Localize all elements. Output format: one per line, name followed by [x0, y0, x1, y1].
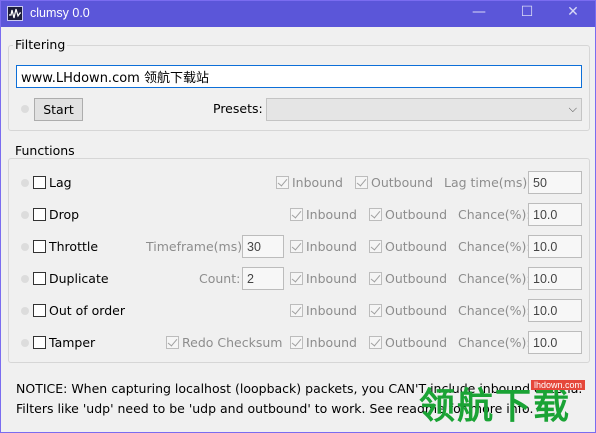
- drop-outbound-label: Outbound: [385, 207, 448, 222]
- throttle-outbound-label: Outbound: [385, 239, 448, 254]
- tamper-label: Tamper: [49, 335, 96, 350]
- out-of-order-outbound-label: Outbound: [385, 303, 448, 318]
- drop-outbound-checkbox[interactable]: [369, 208, 382, 221]
- window-title: clumsy 0.0: [30, 6, 90, 20]
- throttle-checkbox[interactable]: [33, 240, 46, 253]
- duplicate-count-label: Count:: [199, 271, 241, 286]
- chevron-down-icon: ⌵: [568, 102, 577, 115]
- presets-select[interactable]: ⌵: [266, 98, 582, 121]
- presets-label: Presets:: [213, 101, 263, 116]
- tamper-inbound-checkbox[interactable]: [290, 336, 303, 349]
- throttle-timeframe-input[interactable]: [242, 235, 284, 258]
- out-of-order-status-dot-icon: [21, 307, 29, 315]
- maximize-button[interactable]: ☐: [507, 1, 547, 27]
- out-of-order-chance-input[interactable]: [528, 299, 582, 322]
- close-icon: ✕: [567, 4, 579, 20]
- redo-checksum-checkbox[interactable]: [166, 336, 179, 349]
- throttle-timeframe-label: Timeframe(ms):: [146, 239, 247, 254]
- minimize-icon: —: [472, 4, 486, 20]
- start-button[interactable]: Start: [34, 98, 83, 121]
- drop-inbound-checkbox[interactable]: [290, 208, 303, 221]
- lag-checkbox[interactable]: [33, 176, 46, 189]
- drop-chance-label: Chance(%):: [458, 207, 531, 222]
- tamper-outbound-checkbox[interactable]: [369, 336, 382, 349]
- out-of-order-inbound-checkbox[interactable]: [290, 304, 303, 317]
- out-of-order-outbound-checkbox[interactable]: [369, 304, 382, 317]
- minimize-button[interactable]: —: [459, 1, 499, 27]
- duplicate-outbound-label: Outbound: [385, 271, 448, 286]
- throttle-outbound-checkbox[interactable]: [369, 240, 382, 253]
- duplicate-count-input[interactable]: [242, 267, 284, 290]
- throttle-label: Throttle: [49, 239, 99, 254]
- duplicate-status-dot-icon: [21, 275, 29, 283]
- filter-status-dot-icon: [21, 105, 29, 113]
- close-button[interactable]: ✕: [553, 1, 593, 27]
- app-window: clumsy 0.0 — ☐ ✕ Filtering Start Presets…: [0, 0, 596, 433]
- duplicate-outbound-checkbox[interactable]: [369, 272, 382, 285]
- throttle-chance-input[interactable]: [528, 235, 582, 258]
- drop-chance-input[interactable]: [528, 203, 582, 226]
- out-of-order-checkbox[interactable]: [33, 304, 46, 317]
- lag-time-label: Lag time(ms):: [444, 175, 532, 190]
- out-of-order-label: Out of order: [49, 303, 125, 318]
- filtering-group-label: Filtering: [13, 37, 68, 52]
- lag-label: Lag: [49, 175, 72, 190]
- tamper-checkbox[interactable]: [33, 336, 46, 349]
- functions-group-label: Functions: [13, 143, 77, 158]
- out-of-order-chance-label: Chance(%):: [458, 303, 531, 318]
- lag-inbound-label: Inbound: [292, 175, 343, 190]
- lag-inbound-checkbox[interactable]: [276, 176, 289, 189]
- duplicate-checkbox[interactable]: [33, 272, 46, 285]
- lag-time-input[interactable]: [528, 171, 582, 194]
- drop-checkbox[interactable]: [33, 208, 46, 221]
- drop-status-dot-icon: [21, 211, 29, 219]
- drop-inbound-label: Inbound: [306, 207, 357, 222]
- lag-status-dot-icon: [21, 179, 29, 187]
- throttle-status-dot-icon: [21, 243, 29, 251]
- tamper-outbound-label: Outbound: [385, 335, 448, 350]
- duplicate-inbound-label: Inbound: [306, 271, 357, 286]
- maximize-icon: ☐: [520, 4, 534, 20]
- duplicate-chance-input[interactable]: [528, 267, 582, 290]
- lag-outbound-label: Outbound: [371, 175, 434, 190]
- filter-input[interactable]: [16, 65, 582, 88]
- redo-checksum-label: Redo Checksum: [182, 335, 283, 350]
- duplicate-inbound-checkbox[interactable]: [290, 272, 303, 285]
- lag-outbound-checkbox[interactable]: [355, 176, 368, 189]
- drop-label: Drop: [49, 207, 80, 222]
- tamper-inbound-label: Inbound: [306, 335, 357, 350]
- duplicate-chance-label: Chance(%):: [458, 271, 531, 286]
- throttle-inbound-label: Inbound: [306, 239, 357, 254]
- out-of-order-inbound-label: Inbound: [306, 303, 357, 318]
- title-bar[interactable]: clumsy 0.0 — ☐ ✕: [1, 1, 595, 27]
- tamper-chance-label: Chance(%):: [458, 335, 531, 350]
- throttle-inbound-checkbox[interactable]: [290, 240, 303, 253]
- app-waveform-icon: [7, 6, 23, 21]
- tamper-chance-input[interactable]: [528, 331, 582, 354]
- tamper-status-dot-icon: [21, 339, 29, 347]
- throttle-chance-label: Chance(%):: [458, 239, 531, 254]
- duplicate-label: Duplicate: [49, 271, 109, 286]
- watermark-url: lhdown.com: [531, 380, 586, 390]
